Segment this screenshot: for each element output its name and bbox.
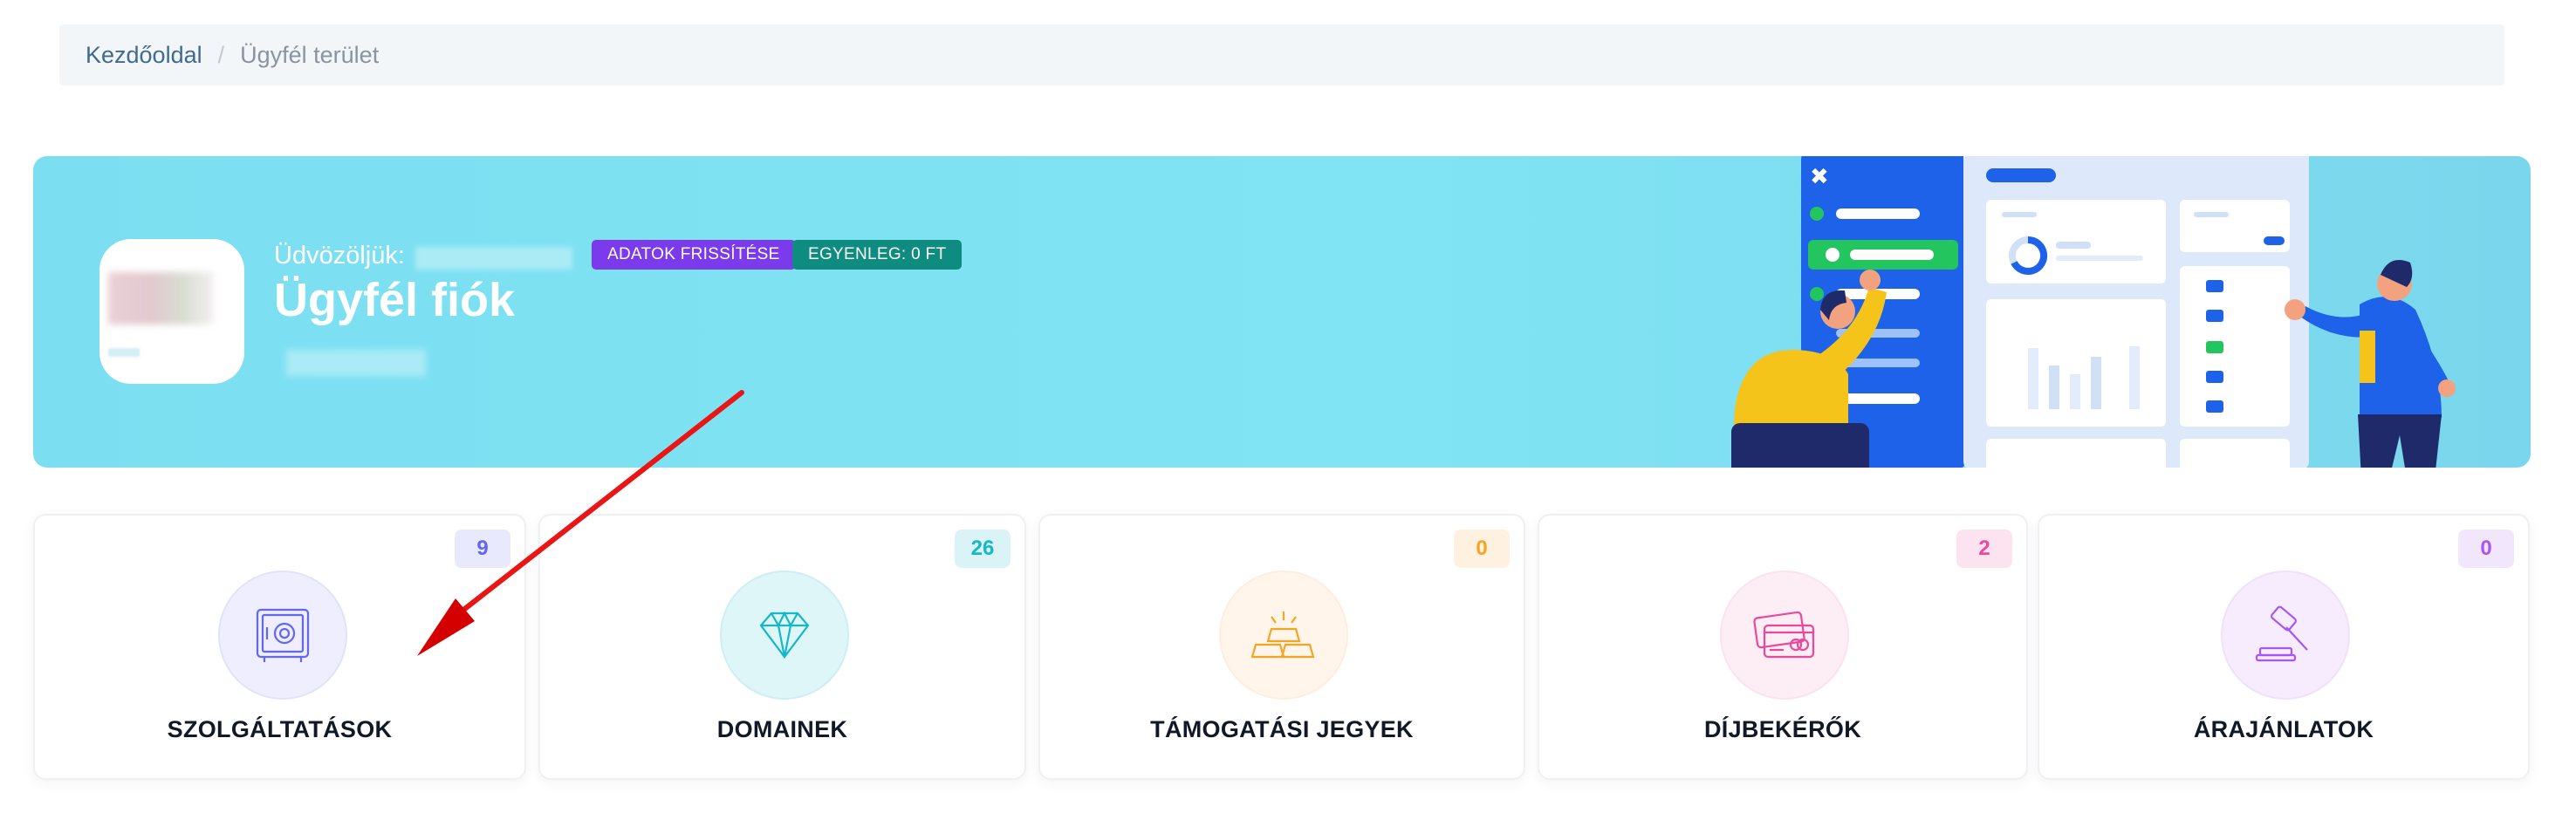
card-domains-label: DOMAINEK bbox=[716, 716, 848, 742]
card-support-tickets-label: TÁMOGATÁSI JEGYEK bbox=[1150, 716, 1414, 742]
card-services[interactable]: 9 SZOLGÁLTATÁSOK bbox=[33, 514, 526, 780]
card-domains[interactable]: 26 DOMAINEK bbox=[538, 514, 1026, 780]
breadcrumb-separator: / bbox=[217, 41, 225, 68]
svg-text:✖: ✖ bbox=[1810, 164, 1829, 190]
account-hero-banner: Üdvözöljük: Ügyfél fiók ADATOK FRISSÍTÉS… bbox=[33, 156, 2531, 468]
card-quotes-label: ÁRAJÁNLATOK bbox=[2193, 716, 2374, 742]
card-support-tickets[interactable]: 0 TÁMOGATÁSI JEGYEK bbox=[1038, 514, 1525, 780]
page-title: Ügyfél fiók bbox=[274, 274, 516, 326]
balance-badge: EGYENLEG: 0 FT bbox=[792, 240, 963, 270]
redacted-subtitle bbox=[286, 350, 426, 376]
refresh-data-button[interactable]: ADATOK FRISSÍTÉSE bbox=[592, 240, 796, 270]
card-invoices[interactable]: 2 DÍJBEKÉRŐK bbox=[1538, 514, 2028, 780]
credit-card-icon bbox=[1720, 571, 1849, 700]
services-count-badge: 9 bbox=[455, 530, 510, 568]
breadcrumb-home-link[interactable]: Kezdőoldal bbox=[86, 42, 202, 69]
gavel-icon bbox=[2221, 571, 2350, 700]
card-quotes[interactable]: 0 ÁRAJÁNLATOK bbox=[2038, 514, 2530, 780]
tickets-count-badge: 0 bbox=[1454, 530, 1510, 568]
breadcrumb-current: Ügyfél terület bbox=[240, 41, 380, 68]
redacted-username bbox=[415, 247, 572, 270]
diamond-icon bbox=[720, 571, 849, 700]
safe-icon bbox=[218, 571, 347, 700]
domains-count-badge: 26 bbox=[955, 530, 1011, 568]
avatar bbox=[99, 239, 244, 384]
invoices-count-badge: 2 bbox=[1956, 530, 2012, 568]
gold-bars-icon bbox=[1219, 571, 1348, 700]
card-services-label: SZOLGÁLTATÁSOK bbox=[167, 716, 393, 742]
welcome-text: Üdvözöljük: bbox=[274, 242, 405, 270]
quotes-count-badge: 0 bbox=[2458, 530, 2514, 568]
card-invoices-label: DÍJBEKÉRŐK bbox=[1703, 716, 1862, 742]
breadcrumb: Kezdőoldal / Ügyfél terület bbox=[59, 24, 2504, 85]
